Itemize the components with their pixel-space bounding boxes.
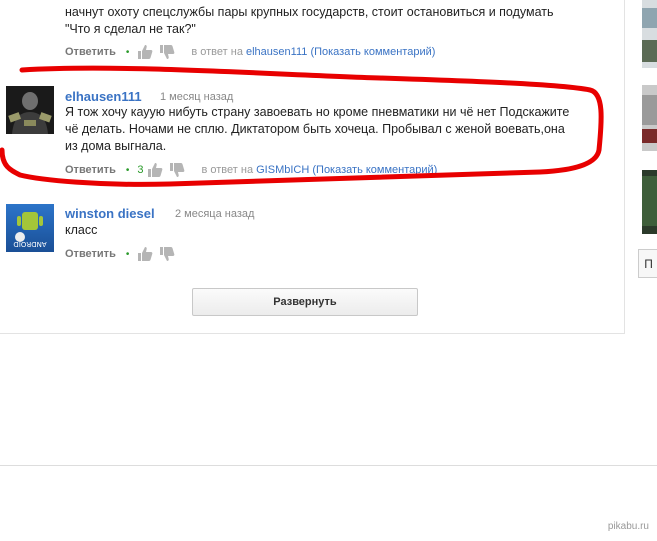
annotation-outline bbox=[0, 65, 604, 187]
